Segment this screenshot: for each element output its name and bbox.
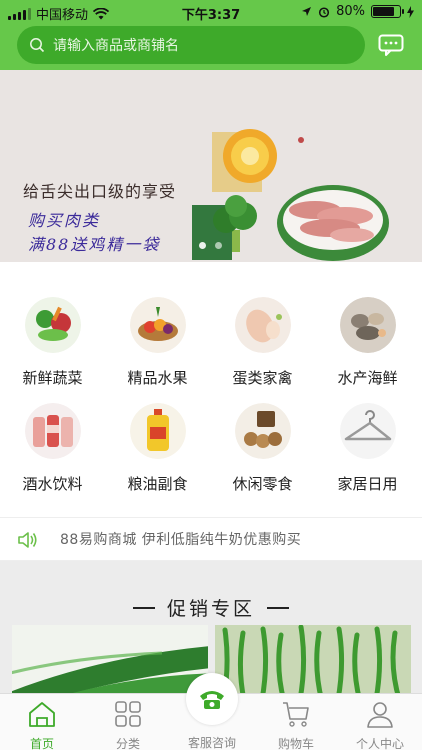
banner-title: 给舌尖出口级的享受 [23,182,177,201]
speaker-icon [18,532,37,548]
phone-icon [200,691,224,709]
battery-icon [371,5,404,18]
promo-banner[interactable]: 给舌尖出口级的享受 购买肉类 满88送鸡精一袋 [0,70,422,262]
tab-profile[interactable]: 个人中心 [338,700,422,750]
cart-icon [283,702,309,727]
search-placeholder: 请输入商品或商铺名 [53,38,179,54]
tab-label: 购物车 [277,737,314,750]
category-label: 酒水饮料 [22,475,83,493]
customer-service-button[interactable] [186,673,238,725]
search-input[interactable]: 请输入商品或商铺名 [17,26,365,64]
green-beans-image [215,625,411,700]
category-poultry[interactable]: 蛋类家禽 [210,297,315,388]
category-label: 粮油副食 [127,475,188,493]
hanger-icon [339,403,396,459]
category-label: 休闲零食 [232,475,293,493]
category-label: 精品水果 [127,369,188,387]
promo-card-cucumber[interactable] [12,625,208,700]
search-icon [30,38,45,53]
banner-line-2: 满88送鸡精一袋 [28,235,161,254]
header: 请输入商品或商铺名 [0,24,422,70]
meat-image [277,185,389,261]
cucumber-image [12,625,208,700]
notice-text: 88易购商城 伊利低脂纯牛奶优惠购买 [60,532,302,548]
fruit-icon [129,297,186,353]
category-fruit[interactable]: 精品水果 [105,297,210,388]
notice-bar[interactable]: 88易购商城 伊利低脂纯牛奶优惠购买 [0,517,422,561]
home-icon [29,702,55,727]
category-drinks[interactable]: 酒水饮料 [0,403,105,494]
tab-label-service: 客服咨询 [187,736,236,750]
promo-title: 促销专区 [0,594,422,621]
promo-title-text: 促销专区 [166,598,255,620]
tab-label: 分类 [115,737,140,750]
alarm-icon [319,6,330,18]
carousel-dot-2[interactable] [215,242,222,249]
title-bar-right [267,606,289,609]
status-right: 80% [301,4,414,19]
tab-label: 首页 [29,737,54,750]
drinks-icon [24,403,81,459]
category-grid-icon [115,701,141,727]
banner-line-1: 购买肉类 [28,211,101,230]
tab-label: 个人中心 [355,737,404,750]
status-bar: 中国移动 下午3:37 80% [0,0,422,24]
vegetables-icon [24,297,81,353]
title-bar-left [132,606,155,609]
tab-cart[interactable]: 购物车 [254,700,338,750]
charging-icon [407,5,414,18]
seafood-icon [339,297,396,353]
oil-icon [129,403,186,459]
category-label: 水产海鲜 [337,369,398,387]
battery-percent: 80% [336,4,365,19]
category-seafood[interactable]: 水产海鲜 [315,297,420,388]
snacks-icon [234,403,291,459]
promo-card-beans[interactable] [215,625,411,700]
category-household[interactable]: 家居日用 [315,403,420,494]
category-snacks[interactable]: 休闲零食 [210,403,315,494]
category-label: 新鲜蔬菜 [22,369,83,387]
tab-home[interactable]: 首页 [0,700,84,750]
message-icon[interactable] [378,34,404,56]
tab-category[interactable]: 分类 [86,700,170,750]
category-label: 家居日用 [337,475,398,493]
poultry-icon [234,297,291,353]
category-label: 蛋类家禽 [232,369,293,387]
category-grid: 新鲜蔬菜 精品水果 蛋类家禽 水产海鲜 酒水饮料 粮油副食 休闲零食 家居日用 [0,283,422,501]
user-icon [367,702,393,728]
category-vegetables[interactable]: 新鲜蔬菜 [0,297,105,388]
location-icon [302,7,312,16]
corn-image [223,129,277,183]
category-grain-oil[interactable]: 粮油副食 [105,403,210,494]
carousel-dot-1[interactable] [199,242,206,249]
